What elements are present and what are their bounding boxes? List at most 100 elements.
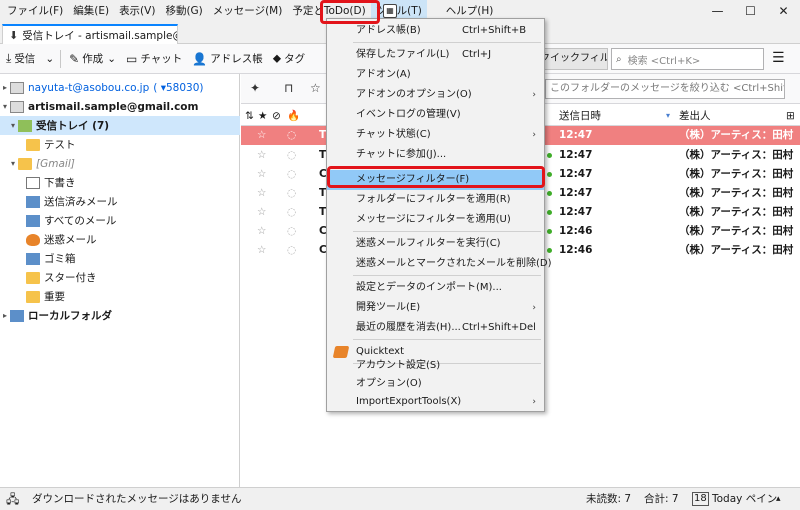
menu-clear-history[interactable]: 最近の履歴を消去(H)... Ctrl+Shift+Del: [327, 318, 544, 338]
folder-trash[interactable]: ゴミ箱: [0, 249, 240, 268]
menu-address-book[interactable]: アドレス帳(B) Ctrl+Shift+B: [327, 21, 544, 41]
date-column[interactable]: 送信日時: [559, 106, 677, 126]
junk-icon[interactable]: ◌: [287, 146, 296, 165]
message-from: （株）アーティス：田村: [679, 149, 794, 161]
tag-icon: ⬥: [272, 51, 282, 65]
maximize-button[interactable]: ☐: [734, 0, 767, 22]
account-nayuta[interactable]: ▸ nayuta-t@asobou.co.jp ( ▾58030): [0, 78, 240, 97]
menu-view[interactable]: 表示(V): [114, 0, 160, 22]
menu-edit[interactable]: 編集(E): [68, 0, 114, 22]
today-pane-toggle[interactable]: Today ペイン: [712, 488, 777, 510]
app-menu-icon[interactable]: ☰: [772, 50, 785, 66]
minimize-button[interactable]: —: [701, 0, 734, 22]
star-icon[interactable]: ☆: [257, 203, 266, 222]
junk-icon[interactable]: ◌: [287, 203, 296, 222]
junk-icon[interactable]: ◌: [287, 241, 296, 260]
local-folders[interactable]: ▸ ローカルフォルダ: [0, 306, 240, 325]
get-messages-dropdown[interactable]: ⌄: [41, 47, 58, 71]
pin-icon[interactable]: ✦: [250, 81, 260, 95]
unread-dot-icon[interactable]: [547, 229, 552, 234]
menu-import[interactable]: 設定とデータのインポート(M)...: [327, 278, 544, 298]
star-icon[interactable]: ☆: [257, 165, 266, 184]
unread-dot-icon[interactable]: [547, 248, 552, 253]
menu-dev-tools[interactable]: 開発ツール(E) ›: [327, 298, 544, 318]
folder-spam[interactable]: 迷惑メール: [0, 230, 240, 249]
junk-icon[interactable]: ◌: [287, 222, 296, 241]
folder-inbox[interactable]: ▾ 受信トレイ (7): [0, 116, 240, 135]
bookmark-icon[interactable]: ⊓: [284, 81, 293, 95]
message-from: （株）アーティス：田村: [679, 206, 794, 218]
unread-dot-icon[interactable]: [547, 153, 552, 158]
search-icon: ⌕: [616, 53, 622, 65]
menu-options[interactable]: オプション(O): [327, 374, 544, 394]
chat-button[interactable]: ▭ チャット: [122, 47, 186, 71]
from-column[interactable]: 差出人: [679, 106, 711, 126]
account-count: ( ▾58030): [153, 81, 204, 94]
online-status-icon[interactable]: 🖧: [6, 488, 19, 510]
menu-item-label: チャット状態(C): [356, 129, 431, 140]
column-picker-icon[interactable]: ⊞: [786, 106, 795, 126]
menu-account-settings[interactable]: アカウント設定(S): [327, 356, 544, 376]
menu-join-chat[interactable]: チャットに参加(J)...: [327, 145, 544, 165]
menu-run-junk-filter[interactable]: 迷惑メールフィルターを実行(C): [327, 234, 544, 254]
folder-label: テスト: [44, 139, 76, 151]
calendar-menu-icon: ▦: [383, 4, 397, 18]
thread-column-icon[interactable]: ⇅: [245, 106, 254, 126]
menu-message[interactable]: メッセージ(M): [208, 0, 288, 22]
folder-test[interactable]: テスト: [0, 135, 240, 154]
star-filter-icon[interactable]: ☆: [310, 81, 321, 95]
menu-chat-status[interactable]: チャット状態(C) ›: [327, 125, 544, 145]
unread-dot-icon[interactable]: [547, 210, 552, 215]
menu-event-log[interactable]: イベントログの管理(V): [327, 105, 544, 125]
tab-inbox[interactable]: ⬇ 受信トレイ - artismail.sample@g: [2, 24, 178, 44]
account-gmail[interactable]: ▾ artismail.sample@gmail.com: [0, 97, 240, 116]
junk-icon[interactable]: ◌: [287, 184, 296, 203]
menu-import-export-tools[interactable]: ImportExportTools(X) ›: [327, 392, 544, 412]
quick-filter-button[interactable]: クイックフィルター: [537, 48, 608, 70]
unread-dot-icon[interactable]: [547, 191, 552, 196]
folder-sent[interactable]: 送信済みメール: [0, 192, 240, 211]
chevron-up-icon[interactable]: ▴: [776, 488, 781, 510]
close-button[interactable]: ✕: [767, 0, 800, 22]
star-icon[interactable]: ☆: [257, 126, 266, 145]
filter-messages-input[interactable]: このフォルダーのメッセージを絞り込む <Ctrl+Shift+K>: [545, 79, 785, 99]
attachment-column-icon[interactable]: ⊘: [272, 106, 281, 126]
folder-gmail[interactable]: ▾ [Gmail]: [0, 154, 240, 173]
menu-item-label: アドレス帳(B): [356, 25, 421, 36]
spam-flame-icon: [26, 233, 40, 246]
menu-run-filters-folder[interactable]: フォルダーにフィルターを適用(R): [327, 190, 544, 210]
folder-important[interactable]: 重要: [0, 287, 240, 306]
menu-addon-options[interactable]: アドオンのオプション(O) ›: [327, 85, 544, 105]
menu-file[interactable]: ファイル(F): [2, 0, 68, 22]
menu-saved-files[interactable]: 保存したファイル(L) Ctrl+J: [327, 45, 544, 65]
star-icon[interactable]: ☆: [257, 241, 266, 260]
star-icon[interactable]: ☆: [257, 184, 266, 203]
junk-icon[interactable]: ◌: [287, 126, 296, 145]
menu-run-filters-message[interactable]: メッセージにフィルターを適用(U): [327, 210, 544, 230]
folder-label: ローカルフォルダ: [28, 310, 112, 322]
menu-item-label: 設定とデータのインポート(M)...: [356, 282, 502, 293]
star-icon[interactable]: ☆: [257, 222, 266, 241]
inbox-icon: [18, 119, 32, 132]
tag-button[interactable]: ⬥ タグ: [269, 47, 309, 71]
folder-drafts[interactable]: 下書き: [0, 173, 240, 192]
message-time: 12:46: [559, 244, 593, 256]
junk-column-icon[interactable]: 🔥: [287, 106, 300, 126]
folder-starred[interactable]: スター付き: [0, 268, 240, 287]
get-messages-button[interactable]: ⤓ 受信: [2, 47, 39, 71]
status-message: ダウンロードされたメッセージはありません: [32, 493, 242, 505]
junk-icon[interactable]: ◌: [287, 165, 296, 184]
message-time: 12:47: [559, 187, 593, 199]
menu-addons[interactable]: アドオン(A): [327, 65, 544, 85]
write-button[interactable]: ✎ 作成 ⌄: [65, 47, 120, 71]
star-column-icon[interactable]: ★: [258, 106, 267, 126]
unread-dot-icon[interactable]: [547, 172, 552, 177]
search-input[interactable]: ⌕ 検索 <Ctrl+K>: [611, 48, 764, 70]
folder-all-mail[interactable]: すべてのメール: [0, 211, 240, 230]
menu-delete-junk[interactable]: 迷惑メールとマークされたメールを削除(D): [327, 254, 552, 274]
folder-label: 重要: [44, 291, 65, 303]
message-from: （株）アーティス：田村: [679, 129, 794, 141]
menu-go[interactable]: 移動(G): [160, 0, 207, 22]
address-book-button[interactable]: 👤 アドレス帳: [188, 47, 266, 71]
star-icon[interactable]: ☆: [257, 146, 266, 165]
